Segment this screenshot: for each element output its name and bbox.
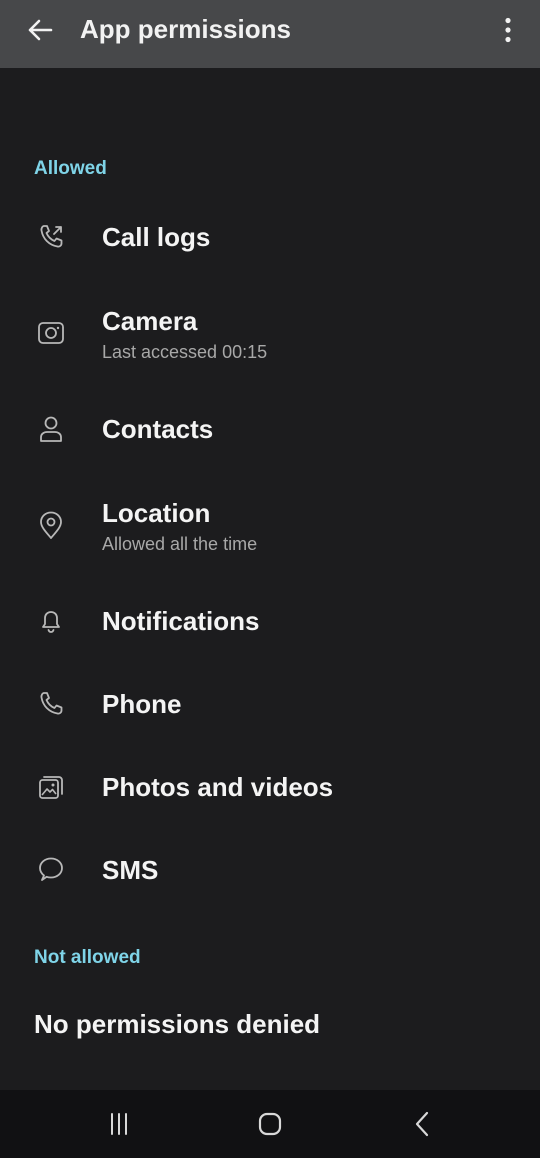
system-navigation-bar <box>0 1090 540 1158</box>
permission-item-photos-and-videos[interactable]: Photos and videos <box>0 750 540 826</box>
bell-icon <box>34 604 68 638</box>
permission-title: Contacts <box>102 414 214 444</box>
permission-item-notifications[interactable]: Notifications <box>0 584 540 660</box>
not-allowed-section-header: Not allowed <box>34 947 141 968</box>
back-button[interactable] <box>24 14 56 46</box>
nav-back-icon <box>415 1111 429 1137</box>
permission-item-call-logs[interactable]: Call logs <box>0 200 540 276</box>
permission-item-phone[interactable]: Phone <box>0 667 540 743</box>
contacts-icon <box>34 412 68 446</box>
app-permissions-screen: App permissions Allowed Call logs Camera… <box>0 0 540 1158</box>
camera-icon <box>34 316 68 350</box>
location-icon <box>34 508 68 542</box>
permission-title: Phone <box>102 689 182 719</box>
allowed-section-header: Allowed <box>34 158 107 179</box>
permission-item-contacts[interactable]: Contacts <box>0 392 540 468</box>
permission-title: SMS <box>102 855 159 885</box>
top-app-bar: App permissions <box>0 0 540 68</box>
arrow-left-icon <box>28 19 53 41</box>
permission-title: Call logs <box>102 222 211 252</box>
permission-title: Photos and videos <box>102 772 334 802</box>
permission-title: Notifications <box>102 606 260 636</box>
more-options-button[interactable] <box>492 12 524 48</box>
call-log-icon <box>34 220 68 254</box>
permission-item-camera[interactable]: Camera Last accessed 00:15 <box>0 292 540 382</box>
recents-button[interactable] <box>95 1104 143 1144</box>
permission-title: Location <box>102 498 211 528</box>
phone-icon <box>34 687 68 721</box>
photos-icon <box>34 770 68 804</box>
nav-back-button[interactable] <box>398 1104 446 1144</box>
permission-item-location[interactable]: Location Allowed all the time <box>0 484 540 574</box>
permission-subtitle: Allowed all the time <box>102 534 258 554</box>
page-title: App permissions <box>80 14 291 44</box>
permission-title: Camera <box>102 306 198 336</box>
recents-icon <box>111 1113 127 1135</box>
permission-item-sms[interactable]: SMS <box>0 833 540 909</box>
sms-icon <box>34 853 68 887</box>
home-button[interactable] <box>246 1104 294 1144</box>
no-permissions-denied-text: No permissions denied <box>34 1009 321 1039</box>
home-icon <box>258 1112 282 1136</box>
permission-subtitle: Last accessed 00:15 <box>102 342 268 362</box>
more-vertical-icon <box>505 17 511 43</box>
